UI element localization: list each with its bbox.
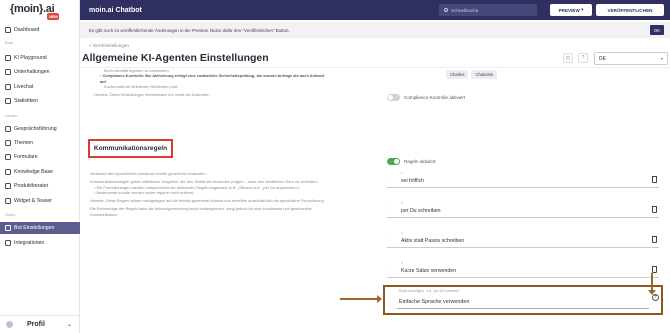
- chat-icon: [5, 69, 11, 75]
- sidebar-item-dashboard[interactable]: Dashboard: [0, 24, 80, 36]
- sparkle-icon: [5, 55, 11, 61]
- book-icon: [5, 169, 11, 175]
- form-icon: [5, 154, 11, 160]
- gear-icon: [5, 225, 11, 231]
- drag-handle-icon[interactable]: ⋮: [387, 206, 391, 215]
- topics-icon: [5, 140, 11, 146]
- profile-menu[interactable]: Profil ⌄: [0, 315, 80, 333]
- preview-chevron-icon: ▾: [581, 7, 584, 12]
- avatar: [6, 321, 13, 328]
- tag[interactable]: Charles: [446, 70, 469, 79]
- dashboard-icon: [5, 27, 11, 33]
- app-title: moin.ai Chatbot: [89, 6, 142, 14]
- rule-number: 3: [401, 231, 403, 235]
- sidebar-section-setup: Setup: [5, 212, 16, 217]
- trash-icon[interactable]: [652, 266, 657, 273]
- sidebar: {moin}.ai NEW Dashboard Bots KI Playgroun…: [0, 0, 80, 333]
- toggle-switch[interactable]: [387, 94, 400, 101]
- upper-hint: Hinweis: Diese Einstellungen beeinflusse…: [94, 92, 210, 98]
- drag-handle-icon[interactable]: ⋮: [387, 236, 391, 245]
- name-tags: Charles Chatamin: [446, 70, 498, 79]
- sidebar-item-produktberater[interactable]: Produktberater: [0, 180, 80, 192]
- trash-icon[interactable]: [652, 236, 657, 243]
- sidebar-item-knowledge-base[interactable]: Knowledge Base: [0, 166, 80, 178]
- upper-description: Buch-Identität Agenten zu verwenden. • C…: [90, 68, 330, 97]
- rule-number: 4: [401, 261, 403, 265]
- trash-icon[interactable]: [652, 176, 657, 183]
- sidebar-item-ki-playground[interactable]: KI Playground: [0, 52, 80, 64]
- search-input[interactable]: Schnellsuche: [439, 4, 537, 16]
- rule-number: 1: [401, 171, 403, 175]
- sidebar-item-gespraechsfuehrung[interactable]: Gesprächsführung: [0, 123, 80, 135]
- drag-handle-icon[interactable]: ⋮: [387, 176, 391, 185]
- page-title: Allgemeine KI-Agenten Einstellungen: [82, 52, 269, 64]
- product-icon: [5, 183, 11, 189]
- chevron-down-icon: ▾: [660, 56, 663, 61]
- rules-toggle[interactable]: Regeln aktiviert: [387, 158, 436, 165]
- chevron-down-icon: ⌄: [66, 322, 72, 328]
- sidebar-item-statistiken[interactable]: Statistiken: [0, 95, 80, 107]
- chart-icon: [5, 98, 11, 104]
- preview-button[interactable]: PREVIEW ▾: [550, 4, 592, 16]
- sidebar-section-bots: Bots: [5, 40, 14, 45]
- breadcrumb[interactable]: < Bot-Einstellungen: [89, 43, 129, 48]
- plug-icon: [5, 240, 11, 246]
- section-heading-kommunikationsregeln: Kommunikationsregeln: [88, 139, 173, 158]
- add-rule-icon[interactable]: +: [652, 294, 659, 301]
- language-select[interactable]: DE ▾: [594, 52, 668, 65]
- rule-item[interactable]: ⋮ 4 Kurze Sätze verwenden: [387, 261, 659, 278]
- sidebar-item-formulare[interactable]: Formulare: [0, 151, 80, 163]
- comm-description: Verändert den sprachlichen Ausdruck bere…: [90, 171, 325, 217]
- sidebar-item-unterhaltungen[interactable]: Unterhaltungen: [0, 66, 80, 78]
- headset-icon: [5, 84, 11, 90]
- new-badge: NEW: [47, 13, 60, 20]
- tag[interactable]: Chatamin: [471, 70, 498, 79]
- app-window: {moin}.ai NEW Dashboard Bots KI Playgroun…: [0, 0, 670, 333]
- rule-item[interactable]: ⋮ 1 sei höflich: [387, 171, 659, 188]
- search-icon: [444, 8, 448, 12]
- annotation-arrow-down: [648, 273, 656, 295]
- sidebar-item-bot-einstellungen[interactable]: Bot Einstellungen: [0, 222, 80, 234]
- top-bar: moin.ai Chatbot Schnellsuche PREVIEW ▾ V…: [80, 0, 670, 20]
- history-icon[interactable]: ◴: [563, 53, 573, 63]
- rule-number: 2: [401, 201, 403, 205]
- new-rule-field[interactable]: Regel hinzufügen - z.B. "per DU schreibe…: [383, 285, 663, 315]
- flow-icon: [5, 126, 11, 132]
- trash-icon[interactable]: [652, 206, 657, 213]
- drag-handle-icon[interactable]: ⋮: [387, 266, 391, 275]
- sidebar-item-livechat[interactable]: Livechat: [0, 81, 80, 93]
- widget-icon: [5, 198, 11, 204]
- sidebar-item-widget-teaser[interactable]: Widget & Teaser: [0, 195, 80, 207]
- toggle-switch[interactable]: [387, 158, 400, 165]
- sidebar-section-lernen: Lernen: [5, 113, 18, 118]
- sidebar-item-themen[interactable]: Themen: [0, 137, 80, 149]
- info-icon[interactable]: ?: [578, 53, 588, 63]
- rule-item[interactable]: ⋮ 2 per Du schreiben: [387, 201, 659, 218]
- annotation-arrow-right: [340, 295, 382, 303]
- publish-button[interactable]: VERÖFFENTLICHEN: [596, 4, 664, 16]
- unpublished-notice: Es gibt noch zu veröffentlichende Änderu…: [80, 22, 670, 38]
- logo[interactable]: {moin}.ai NEW: [10, 3, 60, 20]
- compliance-toggle[interactable]: Compliance-Kontrolle aktiviert: [387, 94, 465, 101]
- rule-item[interactable]: ⋮ 3 Aktiv statt Passiv schreiben: [387, 231, 659, 248]
- ok-button[interactable]: OK: [650, 25, 664, 35]
- sidebar-item-integrationen[interactable]: Integrationen: [0, 237, 80, 249]
